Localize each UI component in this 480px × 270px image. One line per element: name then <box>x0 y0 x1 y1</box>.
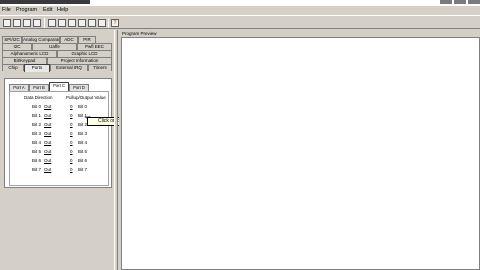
program-preview-pane: Program Preview <box>119 30 480 270</box>
tab-i2c[interactable]: I2C <box>2 43 32 50</box>
bit-value-toggle[interactable]: 0 <box>70 167 73 172</box>
bit-label: Bit 5 <box>32 149 42 154</box>
tab-pir[interactable]: PIR <box>78 36 96 43</box>
menu-bar: File Program Edit Help <box>0 6 480 14</box>
bit-direction-toggle[interactable]: Out <box>44 131 51 136</box>
subtab-port-b[interactable]: Port B <box>29 84 49 91</box>
program-preview-area[interactable] <box>121 37 480 270</box>
tab-alphanumeric-lcd[interactable]: Alphanumeric LCD <box>2 50 57 57</box>
open-folder-icon[interactable] <box>13 19 21 27</box>
minimize-button[interactable] <box>440 0 452 4</box>
bit-label: Bit 7 <box>32 167 42 172</box>
save-as-icon[interactable] <box>33 19 41 27</box>
toolbar: ? <box>0 15 480 29</box>
bit-value-label: Bit 3 <box>78 131 88 136</box>
bit-direction-toggle[interactable]: Out <box>44 104 51 109</box>
ports-panel: Port A Port B Port C Port D Data Directi… <box>4 78 112 188</box>
toolbar-separator <box>108 18 109 28</box>
bit-value-toggle[interactable]: 0 <box>70 122 73 127</box>
tab-timers[interactable]: Timers <box>88 64 112 71</box>
tab-project-information[interactable]: Project Information <box>47 57 112 64</box>
bit-direction-toggle[interactable]: Out <box>44 158 51 163</box>
copy-icon[interactable] <box>88 19 96 27</box>
save-icon[interactable] <box>23 19 31 27</box>
window-title-area <box>0 0 90 4</box>
bit-value-toggle[interactable]: 0 <box>70 149 73 154</box>
close-button[interactable] <box>468 0 480 4</box>
tab-analog-comparator[interactable]: Analog Comparator <box>22 36 60 43</box>
bit-value-toggle[interactable]: 0 <box>70 140 73 145</box>
subtab-port-c[interactable]: Port C <box>49 82 69 91</box>
bit-value-label: Bit 4 <box>78 140 88 145</box>
port-subtabs: Port A Port B Port C Port D <box>9 82 109 91</box>
bit-label: Bit 0 <box>32 104 42 109</box>
bit-direction-toggle[interactable]: Out <box>44 113 51 118</box>
bit-label: Bit 2 <box>32 122 42 127</box>
menu-program[interactable]: Program <box>16 7 37 13</box>
bit-label: Bit 1 <box>32 113 42 118</box>
tab-ports[interactable]: Ports <box>24 64 50 72</box>
port-c-config: Data Direction Pullup/Output Value Bit 0… <box>9 91 109 186</box>
bit-row: Bit 6 Out 0 Bit 6 <box>10 158 110 165</box>
subtab-port-d[interactable]: Port D <box>69 84 89 91</box>
tab-row-1: SPI/I2C Analog Comparator ADC PIR <box>2 36 114 43</box>
tab-adc[interactable]: ADC <box>60 36 78 43</box>
menu-edit[interactable]: Edit <box>43 7 52 13</box>
chip-icon[interactable] <box>58 19 66 27</box>
bit-value-label: Bit 0 <box>78 104 88 109</box>
bit-value-label: Bit 5 <box>78 149 88 154</box>
bit-value-toggle[interactable]: 0 <box>70 131 73 136</box>
bit-value-toggle[interactable]: 0 <box>70 113 73 118</box>
tab-pwfl-eec[interactable]: Pwfl EEC <box>77 43 112 50</box>
bit-direction-toggle[interactable]: Out <box>44 122 51 127</box>
data-direction-header: Data Direction <box>24 95 53 100</box>
tab-row-5: Chip Ports External IRQ Timers <box>2 64 114 72</box>
pullup-output-header: Pullup/Output Value <box>66 95 106 100</box>
bit-label: Bit 3 <box>32 131 42 136</box>
bit-value-label: Bit 6 <box>78 158 88 163</box>
bit-value-label: Bit 7 <box>78 167 88 172</box>
menu-file[interactable]: File <box>2 7 11 13</box>
tab-row-3: Alphanumeric LCD Graphic LCD <box>2 50 114 57</box>
bit-value-toggle[interactable]: 0 <box>70 104 73 109</box>
bit-value-toggle[interactable]: 0 <box>70 158 73 163</box>
generate-icon[interactable] <box>48 19 56 27</box>
bit-label: Bit 6 <box>32 158 42 163</box>
toolbar-separator <box>44 18 45 28</box>
settings-pane: SPI/I2C Analog Comparator ADC PIR I2C Ua… <box>0 30 114 270</box>
bit-direction-toggle[interactable]: Out <box>44 167 51 172</box>
settings-icon[interactable] <box>68 19 76 27</box>
subtab-port-a[interactable]: Port A <box>9 84 29 91</box>
tab-row-2: I2C Uaffe Pwfl EEC <box>2 43 114 50</box>
tab-bit-keypad[interactable]: Bit/Keypad <box>2 57 47 64</box>
help-icon[interactable]: ? <box>111 19 119 27</box>
menu-help[interactable]: Help <box>57 7 68 13</box>
tab-graphic-lcd[interactable]: Graphic LCD <box>57 50 112 57</box>
pane-splitter[interactable] <box>114 30 118 270</box>
tab-external-irq[interactable]: External IRQ <box>50 64 88 71</box>
maximize-button[interactable] <box>454 0 466 4</box>
tab-spi-i2c[interactable]: SPI/I2C <box>2 36 22 43</box>
tab-uaffe[interactable]: Uaffe <box>32 43 77 50</box>
bit-row: Bit 4 Out 0 Bit 4 <box>10 140 110 147</box>
new-file-icon[interactable] <box>3 19 11 27</box>
paste-icon[interactable] <box>98 19 106 27</box>
tab-chip[interactable]: Chip <box>2 64 24 71</box>
bit-label: Bit 4 <box>32 140 42 145</box>
bit-row: Bit 5 Out 0 Bit 5 <box>10 149 110 156</box>
bit-direction-toggle[interactable]: Out <box>44 149 51 154</box>
tab-row-4: Bit/Keypad Project Information <box>2 57 114 64</box>
bit-row: Bit 3 Out 0 Bit 3 <box>10 131 110 138</box>
bit-row: Bit 7 Out 0 Bit 7 <box>10 167 110 174</box>
program-icon[interactable] <box>78 19 86 27</box>
bit-direction-toggle[interactable]: Out <box>44 140 51 145</box>
bit-row: Bit 0 Out 0 Bit 0 <box>10 104 110 111</box>
program-preview-label: Program Preview <box>122 31 157 36</box>
